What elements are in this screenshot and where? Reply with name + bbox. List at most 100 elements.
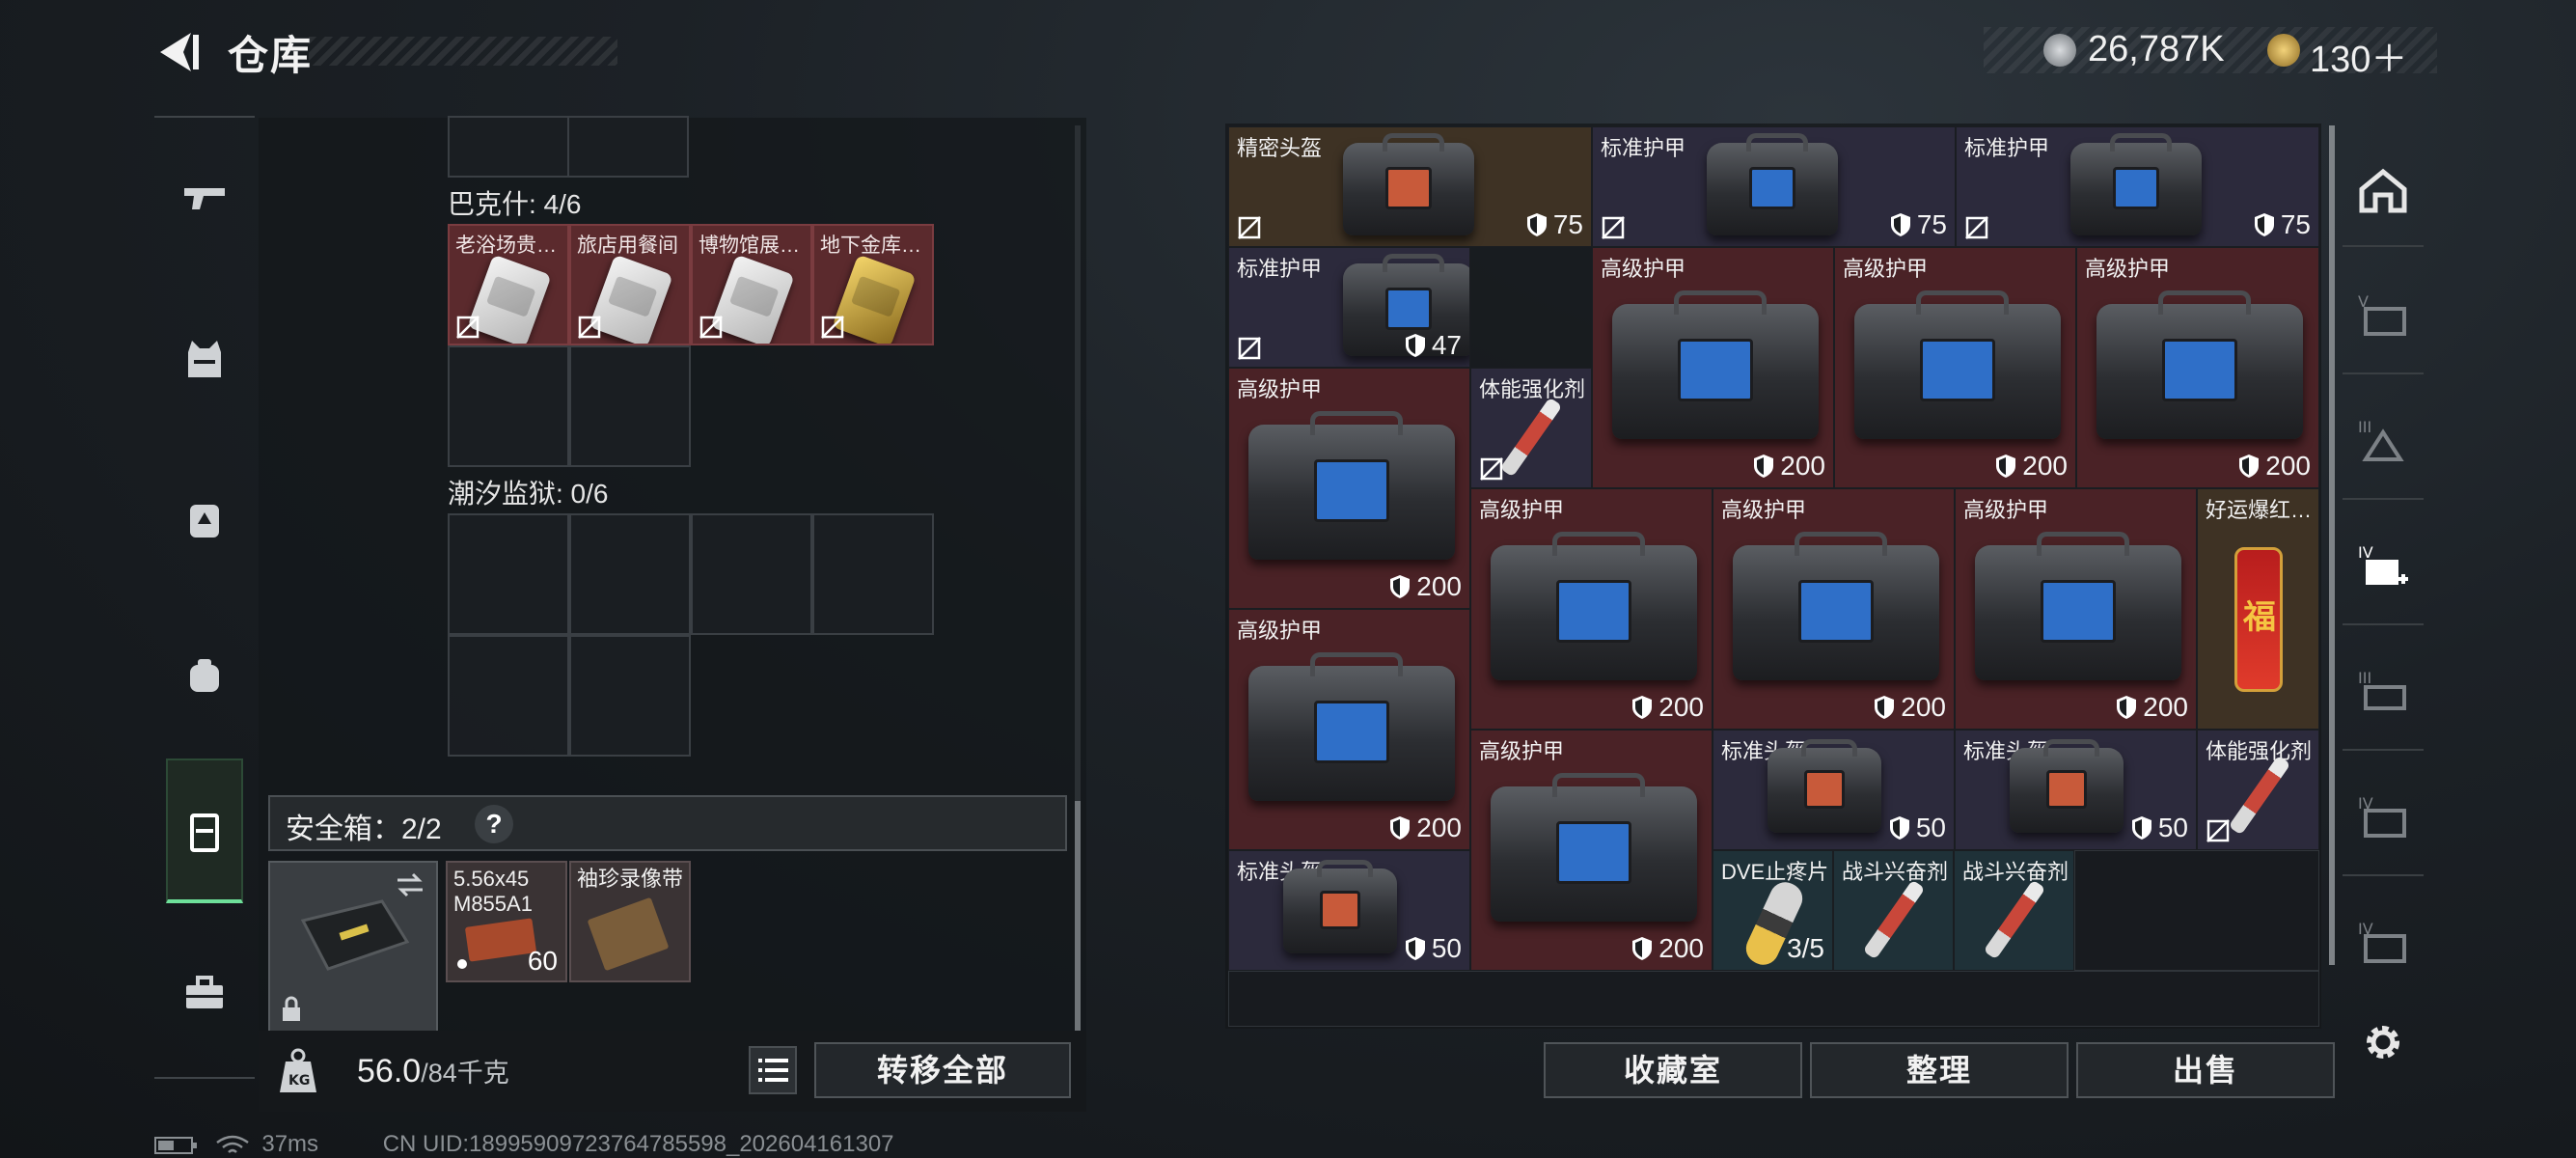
item-advanced-armor[interactable]: 高级护甲 200 [1228, 368, 1470, 609]
toolbox-icon [186, 976, 223, 1008]
nav-safebox[interactable] [164, 791, 245, 872]
tab-storage-4-active[interactable]: IV [2346, 531, 2420, 604]
item-label: 标准护甲 [1601, 136, 1686, 160]
armor-bag-icon [1612, 290, 1819, 439]
tab-storage-3a[interactable]: III [2346, 405, 2420, 479]
item-standard-helmet[interactable]: 标准头盔 50 [1713, 730, 1955, 850]
item-advanced-armor[interactable]: 高级护甲 200 [1834, 247, 2076, 488]
item-stamina-booster[interactable]: 体能强化剂 [1470, 368, 1592, 488]
safebox-icon [190, 813, 219, 852]
sort-button[interactable]: 整理 [1810, 1042, 2069, 1098]
key-slot[interactable] [691, 513, 812, 635]
key-slot[interactable] [448, 345, 569, 467]
sell-button[interactable]: 出售 [2076, 1042, 2335, 1098]
tab-storage-4c[interactable]: IV [2346, 907, 2420, 980]
ammo-count: 60 [527, 946, 558, 976]
durability: 200 [2238, 451, 2311, 482]
tab-storage-4b[interactable]: IV [2346, 782, 2420, 855]
safebox-item-ammo[interactable]: 5.56x45 M855A1 60 [446, 861, 567, 982]
armor-bag-icon [1491, 532, 1697, 680]
no-trade-icon [1238, 337, 1261, 360]
key-slot[interactable] [569, 345, 691, 467]
list-view-button[interactable] [749, 1046, 797, 1094]
tab-storage-3b[interactable]: III [2346, 656, 2420, 730]
help-icon[interactable]: ? [475, 805, 513, 843]
item-lucky-firecracker[interactable]: 好运爆红… 福 [2197, 488, 2319, 730]
shield-icon [1632, 696, 1653, 719]
item-combat-stimulant[interactable]: 战斗兴奋剂 [1954, 850, 2074, 971]
settings-button[interactable] [2346, 1006, 2420, 1079]
shield-icon [2254, 213, 2274, 236]
item-advanced-armor[interactable]: 高级护甲 200 [1955, 488, 2197, 730]
safebox-item-tape[interactable]: 袖珍录像带 [569, 861, 691, 982]
key-slot[interactable] [812, 513, 934, 635]
item-standard-armor[interactable]: 标准护甲 75 [1592, 126, 1956, 247]
key-label: 博物馆展… [699, 234, 800, 257]
key-slot[interactable] [569, 635, 691, 757]
page-title: 仓库 [228, 33, 314, 78]
key-slot[interactable] [569, 513, 691, 635]
key-slot[interactable] [448, 513, 569, 635]
key-slot[interactable] [448, 635, 569, 757]
item-combat-stimulant[interactable]: 战斗兴奋剂 [1833, 850, 1954, 971]
nav-toolbox[interactable] [164, 951, 245, 1033]
empty-slot-row[interactable] [1228, 971, 2319, 1027]
item-advanced-armor[interactable]: 高级护甲 200 [1470, 488, 1713, 730]
durability: 200 [1874, 692, 1946, 723]
key-slot[interactable]: 旅店用餐间 [569, 224, 691, 345]
collection-room-button[interactable]: 收藏室 [1544, 1042, 1802, 1098]
item-label: 好运爆红… [2206, 498, 2313, 522]
item-standard-helmet[interactable]: 标准头盔 50 [1955, 730, 2197, 850]
item-standard-armor[interactable]: 标准护甲 47 [1228, 247, 1470, 368]
currency-gold[interactable]: 130＋ [2310, 29, 2407, 82]
key-slot[interactable]: 老浴场贵… [448, 224, 569, 345]
shield-icon [1405, 937, 1425, 960]
shield-icon [2239, 455, 2260, 478]
tab-storage-5[interactable]: V [2346, 280, 2420, 353]
item-standard-helmet[interactable]: 标准头盔 50 [1228, 850, 1470, 971]
section-label-tidal-prison: 潮汐监狱: 0/6 [448, 479, 609, 509]
storage-iv-plus-icon: IV [2358, 543, 2408, 585]
back-arrow-icon [160, 33, 199, 71]
durability: 200 [1995, 451, 2068, 482]
durability: 50 [2131, 813, 2188, 843]
item-advanced-armor[interactable]: 高级护甲 200 [2076, 247, 2319, 488]
lock-icon [283, 996, 300, 1021]
durability: 200 [1389, 813, 1462, 843]
item-advanced-armor[interactable]: 高级护甲 200 [1713, 488, 1955, 730]
tab-home[interactable] [2346, 154, 2420, 228]
key-slot[interactable]: 地下金库… [812, 224, 934, 345]
no-trade-icon [1965, 216, 1988, 239]
key-slot[interactable]: 博物馆展… [691, 224, 812, 345]
item-stamina-booster[interactable]: 体能强化剂 [2197, 730, 2319, 850]
nav-weapons[interactable] [164, 158, 245, 239]
empty-slot[interactable] [2074, 850, 2319, 971]
svg-text:IV: IV [2358, 543, 2373, 562]
item-label: 精密头盔 [1237, 136, 1323, 160]
transfer-all-button[interactable]: 转移全部 [814, 1042, 1071, 1098]
durability: 200 [1631, 692, 1704, 723]
safebox-container[interactable] [268, 861, 438, 1033]
back-button[interactable] [152, 27, 201, 77]
item-advanced-armor[interactable]: 高级护甲 200 [1228, 609, 1470, 850]
durability: 50 [1405, 933, 1462, 964]
nav-armor[interactable] [164, 318, 245, 400]
item-label: 高级护甲 [1601, 257, 1686, 281]
list-icon [758, 1059, 788, 1082]
item-precision-helmet[interactable]: 精密头盔 75 [1228, 126, 1592, 247]
nav-backpack[interactable] [164, 479, 245, 560]
item-label: DVE止疼片 [1721, 860, 1829, 884]
swap-icon[interactable] [394, 870, 426, 899]
left-scrollbar-thumb[interactable] [1075, 801, 1081, 1033]
key-slot[interactable] [567, 116, 689, 178]
storage-iii-icon: III [2358, 418, 2404, 461]
durability-value: 200 [1780, 451, 1825, 481]
right-scrollbar-thumb[interactable] [2329, 125, 2335, 965]
nav-bag[interactable] [164, 635, 245, 716]
item-advanced-armor[interactable]: 高级护甲 200 [1592, 247, 1834, 488]
key-slot[interactable] [448, 116, 569, 178]
item-standard-armor[interactable]: 标准护甲 75 [1956, 126, 2319, 247]
item-dve-painkiller[interactable]: DVE止疼片 3/5 [1713, 850, 1833, 971]
item-advanced-armor[interactable]: 高级护甲 200 [1470, 730, 1713, 971]
item-label: 高级护甲 [1479, 498, 1565, 522]
